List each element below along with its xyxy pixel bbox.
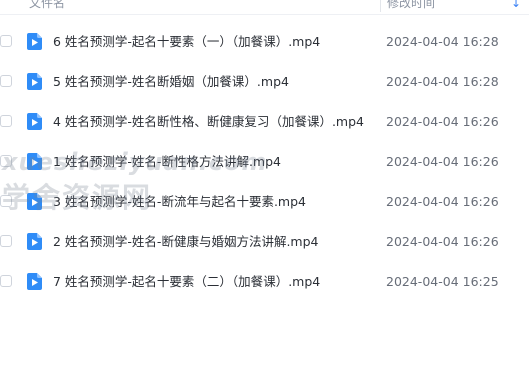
file-modified-time: 2024-04-04 16:26 (386, 234, 499, 249)
row-checkbox[interactable] (0, 235, 12, 247)
file-modified-time: 2024-04-04 16:25 (386, 274, 499, 289)
video-file-icon (27, 33, 42, 50)
file-row[interactable]: 5 姓名预测学-姓名断婚姻（加餐课）.mp4 2024-04-04 16:28 (0, 62, 529, 102)
file-modified-time: 2024-04-04 16:28 (386, 74, 499, 89)
file-row[interactable]: 6 姓名预测学-起名十要素（一）（加餐课）.mp4 2024-04-04 16:2… (0, 22, 529, 62)
video-file-icon (27, 153, 42, 170)
video-file-icon (27, 273, 42, 290)
file-modified-time: 2024-04-04 16:26 (386, 114, 499, 129)
file-name[interactable]: 6 姓名预测学-起名十要素（一）（加餐课）.mp4 (53, 33, 320, 50)
file-name[interactable]: 7 姓名预测学-起名十要素（二）（加餐课）.mp4 (53, 273, 320, 290)
file-name[interactable]: 2 姓名预测学-姓名-断健康与婚姻方法讲解.mp4 (53, 233, 319, 250)
file-row[interactable]: 2 姓名预测学-姓名-断健康与婚姻方法讲解.mp4 2024-04-04 16:2… (0, 222, 529, 262)
row-checkbox[interactable] (0, 75, 12, 87)
file-name[interactable]: 1 姓名预测学-姓名-断性格方法讲解.mp4 (53, 153, 281, 170)
video-file-icon (27, 113, 42, 130)
video-file-icon (27, 233, 42, 250)
file-name[interactable]: 4 姓名预测学-姓名断性格、断健康复习（加餐课）.mp4 (53, 113, 364, 130)
list-header: 文件名 修改时间 ↓ (0, 0, 529, 15)
video-file-icon (27, 193, 42, 210)
sort-down-arrow-icon[interactable]: ↓ (511, 0, 521, 11)
file-name[interactable]: 5 姓名预测学-姓名断婚姻（加餐课）.mp4 (53, 73, 289, 90)
row-checkbox[interactable] (0, 195, 12, 207)
file-modified-time: 2024-04-04 16:28 (386, 34, 499, 49)
file-list-page: 文件名 修改时间 ↓ 6 姓名预测学-起名十要素（一）（加餐课）.mp4 2024… (0, 0, 529, 365)
column-header-filename[interactable]: 文件名 (29, 0, 65, 11)
row-checkbox[interactable] (0, 35, 12, 47)
video-file-icon (27, 73, 42, 90)
column-divider (380, 0, 381, 12)
row-checkbox[interactable] (0, 115, 12, 127)
file-row[interactable]: 7 姓名预测学-起名十要素（二）（加餐课）.mp4 2024-04-04 16:2… (0, 262, 529, 302)
row-checkbox[interactable] (0, 155, 12, 167)
file-name[interactable]: 3 姓名预测学-姓名-断流年与起名十要素.mp4 (53, 193, 306, 210)
row-checkbox[interactable] (0, 275, 12, 287)
file-row[interactable]: 3 姓名预测学-姓名-断流年与起名十要素.mp4 2024-04-04 16:26 (0, 182, 529, 222)
file-modified-time: 2024-04-04 16:26 (386, 154, 499, 169)
file-modified-time: 2024-04-04 16:26 (386, 194, 499, 209)
column-header-modified-time[interactable]: 修改时间 (387, 0, 435, 11)
file-row[interactable]: 4 姓名预测学-姓名断性格、断健康复习（加餐课）.mp4 2024-04-04 1… (0, 102, 529, 142)
file-row[interactable]: 1 姓名预测学-姓名-断性格方法讲解.mp4 2024-04-04 16:26 (0, 142, 529, 182)
